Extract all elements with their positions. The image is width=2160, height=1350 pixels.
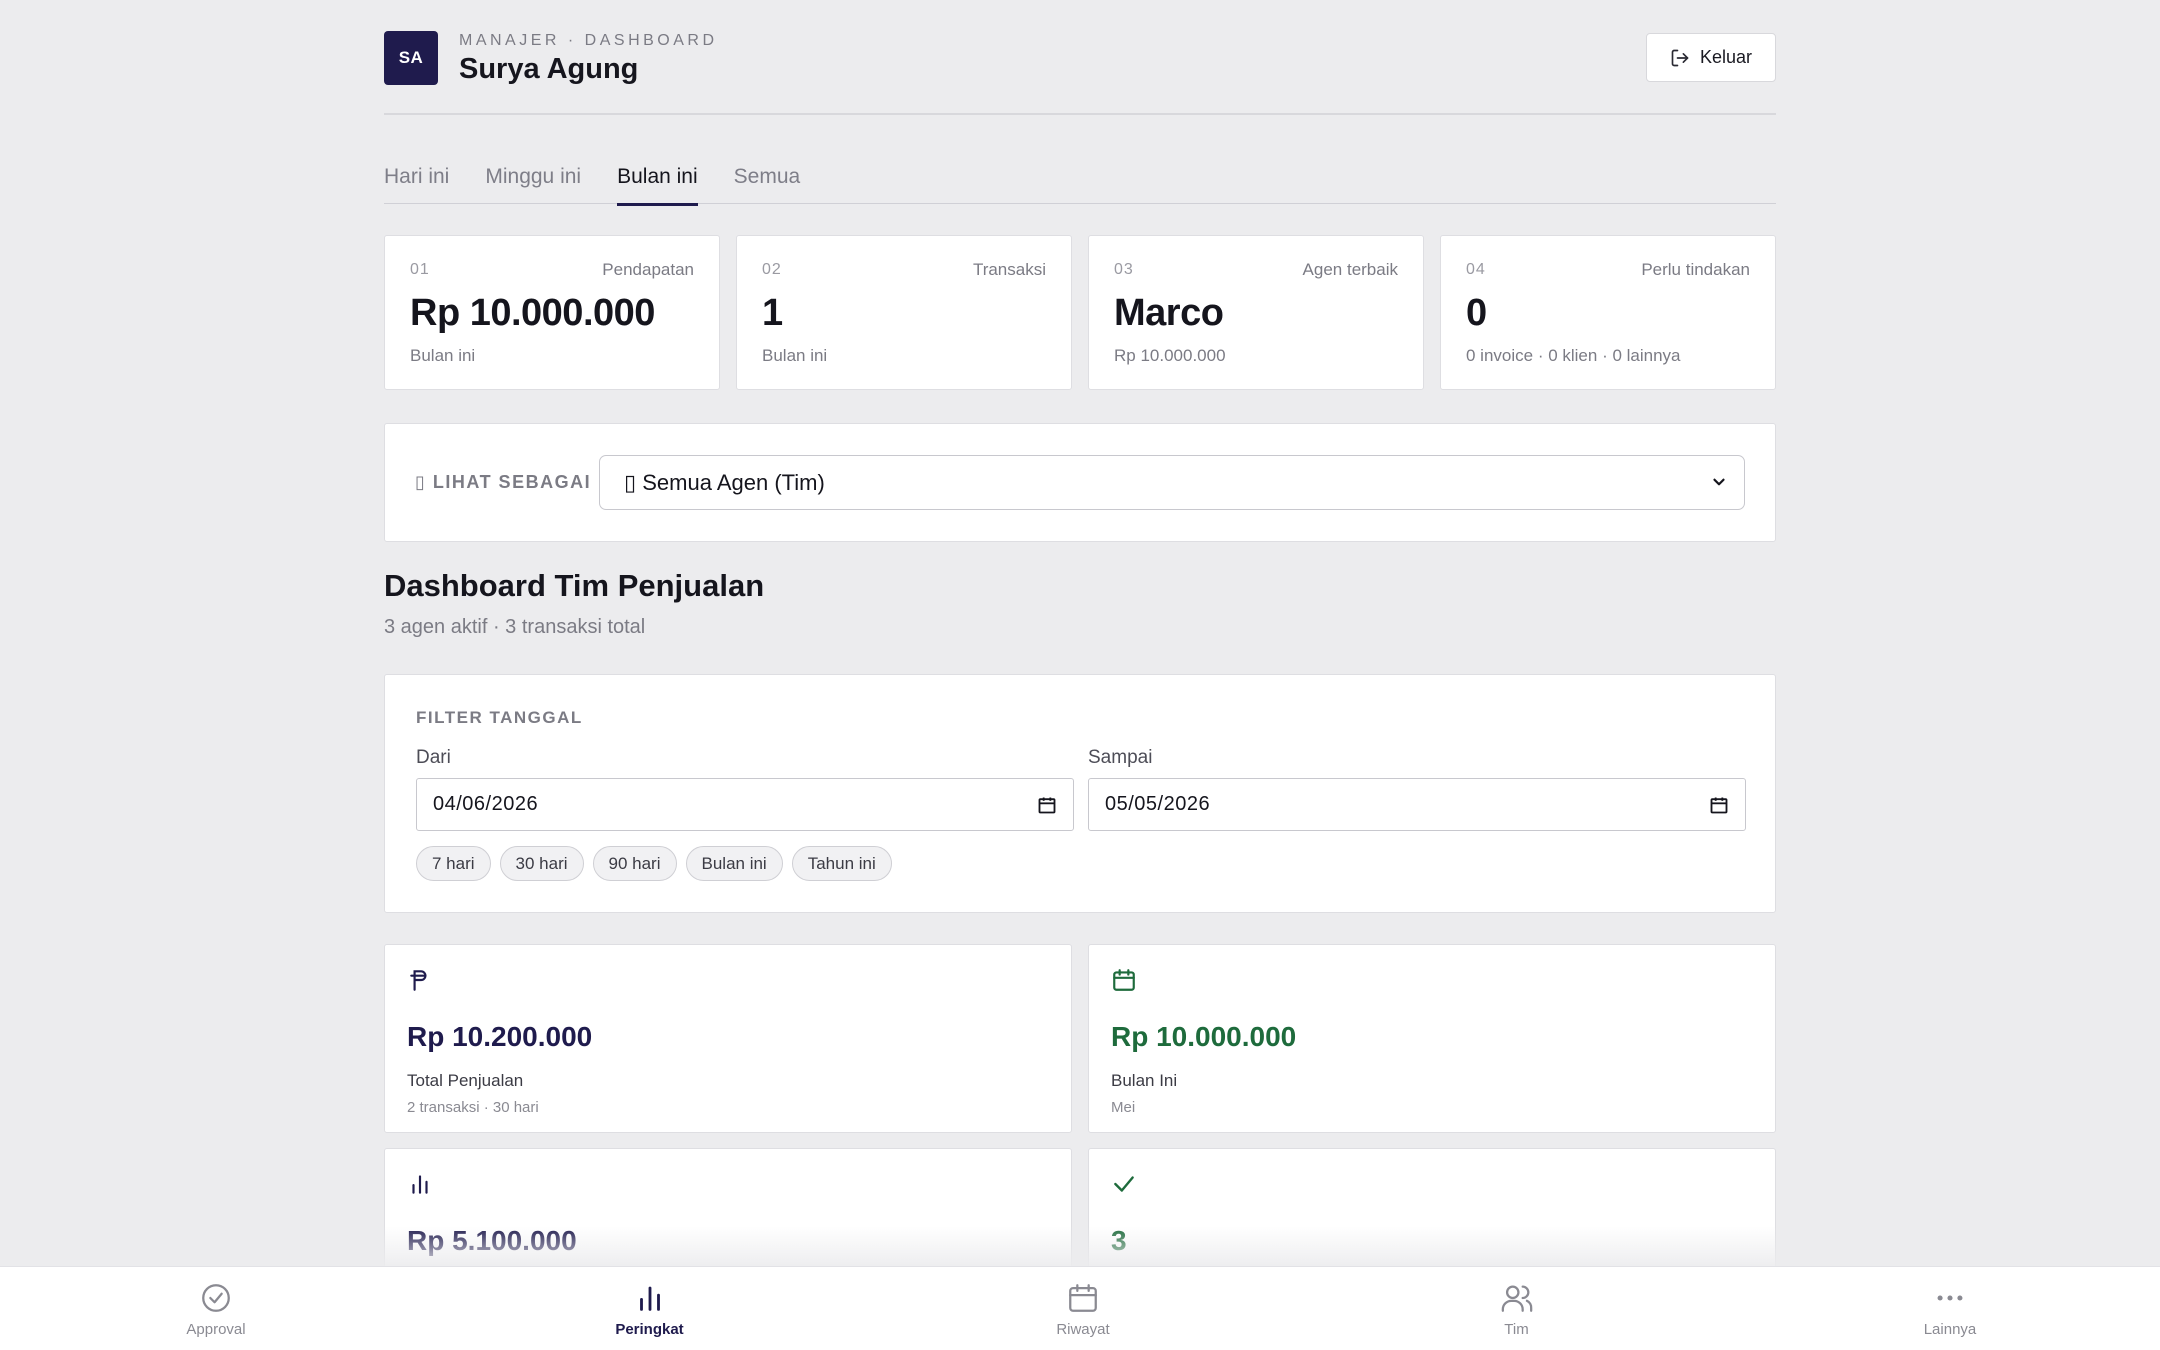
- metric-sub: Mei: [1111, 1099, 1136, 1116]
- view-as-label: ▯ LIHAT SEBAGAI: [415, 472, 592, 492]
- stat-value: Marco: [1114, 292, 1224, 334]
- tab-minggu-ini[interactable]: Minggu ini: [485, 150, 581, 204]
- nav-label: Lainnya: [1923, 1321, 1977, 1338]
- chip-90-hari[interactable]: 90 hari: [592, 846, 677, 881]
- metric-label: Total Penjualan: [407, 1071, 524, 1090]
- from-date-value: 04/06/2026: [433, 793, 539, 815]
- metric-label: Bulan Ini: [1111, 1071, 1178, 1090]
- stat-sub: Bulan ini: [762, 346, 828, 365]
- chip-bulan-ini[interactable]: Bulan ini: [685, 846, 783, 881]
- metric-card-total-penjualan: Rp 10.200.000 Total Penjualan 2 transaks…: [384, 944, 1072, 1133]
- stat-card-pendapatan: 01 Pendapatan Rp 10.000.000 Bulan ini: [384, 235, 720, 390]
- calendar-icon[interactable]: [1709, 795, 1729, 815]
- tab-bulan-ini[interactable]: Bulan ini: [617, 150, 698, 206]
- logout-label: Keluar: [1699, 47, 1753, 67]
- stat-sub: Bulan ini: [410, 346, 476, 365]
- view-as-select[interactable]: ▯ Semua Agen (Tim): [599, 455, 1745, 510]
- stat-number: 03: [1114, 261, 1134, 278]
- avatar: SA: [384, 31, 438, 85]
- chevron-down-icon: [1713, 478, 1725, 486]
- metric-sub: 2 transaksi · 30 hari: [407, 1099, 539, 1116]
- quick-range-chips: 7 hari 30 hari 90 hari Bulan ini Tahun i…: [416, 846, 892, 881]
- calendar-icon: [1069, 1284, 1097, 1312]
- scroll-fade: [0, 1226, 2160, 1266]
- stat-card-perlu-tindakan: 04 Perlu tindakan 0 0 invoice · 0 klien …: [1440, 235, 1776, 390]
- check-icon: [1114, 1176, 1134, 1192]
- stat-label: Transaksi: [972, 260, 1046, 279]
- users-icon: [1501, 1285, 1532, 1312]
- chip-30-hari[interactable]: 30 hari: [499, 846, 584, 881]
- section-title: Dashboard Tim Penjualan: [384, 568, 765, 603]
- nav-approval[interactable]: Approval: [146, 1267, 286, 1350]
- bar-chart-icon: [639, 1286, 660, 1311]
- to-label: Sampai: [1088, 747, 1153, 768]
- nav-label: Approval: [186, 1321, 246, 1338]
- stat-number: 04: [1466, 261, 1486, 278]
- logout-icon: [1671, 49, 1689, 66]
- view-as-panel: ▯ LIHAT SEBAGAI ▯ Semua Agen (Tim): [384, 423, 1776, 542]
- stat-sub: Rp 10.000.000: [1114, 346, 1226, 365]
- nav-lainnya[interactable]: Lainnya: [1880, 1267, 2020, 1350]
- metric-card-bulan-ini: Rp 10.000.000 Bulan Ini Mei: [1088, 944, 1776, 1133]
- to-date-input[interactable]: 05/05/2026: [1088, 778, 1746, 831]
- stat-card-transaksi: 02 Transaksi 1 Bulan ini: [736, 235, 1072, 390]
- metric-value: Rp 5.100.000: [407, 1225, 577, 1256]
- bottom-navigation: Approval Peringkat Riwayat Tim Lainnya: [0, 1266, 2160, 1350]
- nav-peringkat[interactable]: Peringkat: [580, 1267, 720, 1350]
- stat-number: 02: [762, 261, 782, 278]
- metric-value: Rp 10.000.000: [1111, 1021, 1297, 1052]
- nav-label: Tim: [1504, 1321, 1529, 1338]
- filter-title: FILTER TANGGAL: [416, 708, 583, 727]
- stat-card-agen-terbaik: 03 Agen terbaik Marco Rp 10.000.000: [1088, 235, 1424, 390]
- header-meta: MANAJER · DASHBOARD: [459, 32, 718, 49]
- page-container: SA MANAJER · DASHBOARD Surya Agung Kelua…: [384, 0, 1776, 1337]
- to-date-value: 05/05/2026: [1105, 793, 1211, 815]
- stat-label: Pendapatan: [602, 260, 694, 279]
- view-as-selected: ▯ Semua Agen (Tim): [624, 469, 825, 495]
- tab-semua[interactable]: Semua: [734, 150, 801, 204]
- user-name: Surya Agung: [459, 53, 639, 85]
- stat-sub: 0 invoice · 0 klien · 0 lainnya: [1466, 346, 1681, 365]
- nav-label: Riwayat: [1056, 1321, 1110, 1338]
- stat-value: Rp 10.000.000: [410, 292, 655, 334]
- metric-value: 3: [1111, 1225, 1127, 1256]
- stat-value: 0: [1466, 292, 1487, 334]
- stat-label: Agen terbaik: [1302, 260, 1398, 279]
- more-icon: [1937, 1295, 1963, 1301]
- stat-value: 1: [762, 292, 783, 334]
- metric-value: Rp 10.200.000: [407, 1021, 593, 1052]
- check-circle-icon: [202, 1284, 230, 1312]
- logout-button[interactable]: Keluar: [1646, 33, 1776, 82]
- period-tabs: Hari ini Minggu ini Bulan ini Semua: [384, 150, 1776, 206]
- tab-hari-ini[interactable]: Hari ini: [384, 150, 449, 204]
- section-subtitle: 3 agen aktif · 3 transaksi total: [384, 616, 646, 638]
- stat-number: 01: [410, 261, 430, 278]
- date-filter-panel: FILTER TANGGAL Dari Sampai 04/06/2026 05…: [384, 674, 1776, 913]
- rupiah-icon: [410, 970, 427, 991]
- chip-tahun-ini[interactable]: Tahun ini: [791, 846, 892, 881]
- nav-tim[interactable]: Tim: [1447, 1267, 1587, 1350]
- stat-cards: 01 Pendapatan Rp 10.000.000 Bulan ini 02…: [384, 235, 1776, 390]
- page-header: SA MANAJER · DASHBOARD Surya Agung Kelua…: [384, 0, 1776, 115]
- from-date-input[interactable]: 04/06/2026: [416, 778, 1074, 831]
- from-label: Dari: [416, 747, 451, 768]
- bar-chart-icon: [412, 1175, 428, 1194]
- nav-riwayat[interactable]: Riwayat: [1013, 1267, 1153, 1350]
- calendar-icon: [1113, 969, 1135, 991]
- chip-7-hari[interactable]: 7 hari: [416, 846, 491, 881]
- stat-label: Perlu tindakan: [1641, 260, 1750, 279]
- calendar-icon[interactable]: [1037, 795, 1057, 815]
- nav-label: Peringkat: [615, 1321, 684, 1338]
